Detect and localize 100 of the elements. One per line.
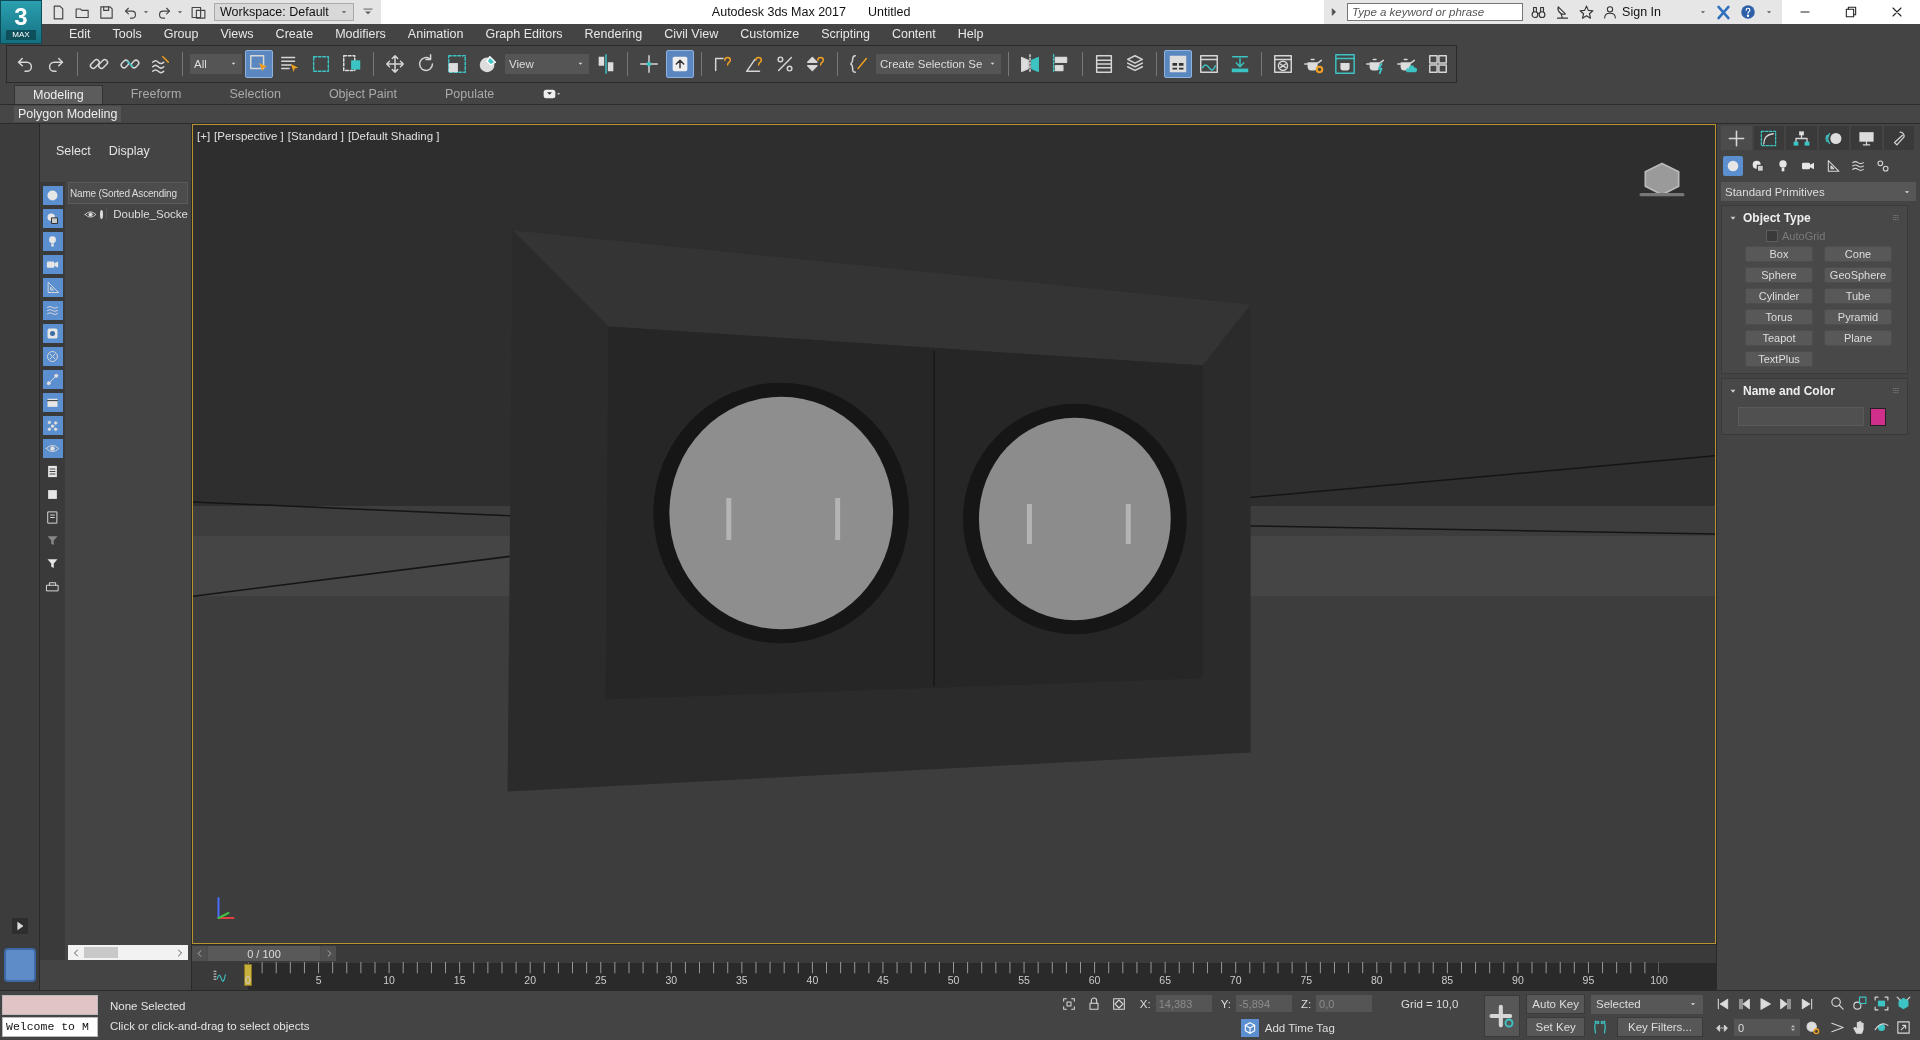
group-icon[interactable] [42, 324, 63, 344]
viewport-layout-button[interactable] [3, 948, 36, 983]
monitor-icon[interactable] [1851, 126, 1882, 151]
menu-item[interactable]: Help [946, 27, 995, 41]
menu-item[interactable]: Animation [396, 27, 475, 41]
primitive-button[interactable]: Sphere [1745, 267, 1813, 284]
primitive-button[interactable]: Pyramid [1824, 309, 1892, 326]
primitive-button[interactable]: Box [1745, 246, 1813, 263]
column-header[interactable]: Name (Sorted Ascending [68, 182, 188, 205]
primitive-button[interactable]: Cylinder [1745, 288, 1813, 305]
ribbon-panel-icon[interactable] [1164, 49, 1193, 78]
container-icon[interactable] [42, 393, 63, 413]
primitive-button[interactable]: Plane [1824, 330, 1892, 347]
key-filter-icon[interactable] [1591, 1017, 1609, 1036]
menu-item[interactable]: Modifiers [324, 27, 397, 41]
ribbon-tab[interactable]: Populate [424, 84, 515, 104]
shapes-icon[interactable] [42, 209, 63, 229]
named-selection-dropdown[interactable]: Create Selection Se [876, 53, 1002, 74]
eye-icon[interactable] [42, 439, 63, 459]
primitive-button[interactable]: Teapot [1745, 330, 1813, 347]
auto-key-button[interactable]: Auto Key [1526, 994, 1585, 1015]
bone-icon[interactable] [42, 370, 63, 390]
viewport-label[interactable]: [Default Shading ] [348, 130, 440, 143]
sign-in-button[interactable]: Sign In [1602, 4, 1691, 20]
add-time-tag-button[interactable]: Add Time Tag [1264, 1021, 1335, 1034]
light-bulb-icon[interactable] [42, 232, 63, 252]
viewport-label[interactable]: [Perspective ] [214, 130, 284, 143]
key-set-dropdown[interactable]: Selected [1591, 994, 1703, 1014]
star-icon[interactable] [1578, 3, 1596, 21]
frame-field[interactable]: 0 [1734, 1019, 1800, 1037]
viewport[interactable]: [+] [Perspective ] [Standard ] [Default Shading ] [192, 124, 1716, 945]
zoom-extents-icon[interactable] [1873, 995, 1890, 1013]
transform-mode-icon[interactable] [1110, 995, 1127, 1012]
primitive-button[interactable]: Cone [1824, 246, 1892, 263]
menu-item[interactable]: Content [880, 27, 947, 41]
wrench-icon[interactable] [1883, 126, 1914, 151]
zoom-icon[interactable] [1829, 995, 1846, 1013]
menu-item[interactable]: Tools [101, 27, 153, 41]
app-logo[interactable]: 3 MAX [0, 0, 42, 44]
select-object-icon[interactable] [245, 49, 273, 78]
set-square-icon[interactable] [42, 278, 63, 298]
menu-item[interactable]: Group [152, 27, 210, 41]
ribbon-panel-title[interactable]: Polygon Modeling [14, 106, 122, 123]
ribbon-tab[interactable]: Object Paint [308, 84, 417, 104]
color-swatch[interactable] [1870, 407, 1886, 426]
rollout-title[interactable]: Object Type [1743, 211, 1886, 226]
viewport-label[interactable]: [+] [197, 130, 211, 143]
script-input-field[interactable] [2, 994, 98, 1015]
menu-item[interactable]: Graph Editors [474, 27, 574, 41]
menu-item[interactable]: Edit [58, 27, 102, 41]
zoom-all-icon[interactable] [1851, 995, 1868, 1013]
menu-item[interactable]: Create [264, 27, 325, 41]
frame-number: 65 [1159, 974, 1171, 987]
keyboard-shortcut-icon[interactable] [666, 49, 694, 78]
selection-filter-dropdown[interactable]: All [190, 53, 242, 74]
workspace-dropdown[interactable]: Workspace: Default [214, 3, 354, 21]
menu-item[interactable]: Views [209, 27, 265, 41]
x-logo-icon[interactable] [1715, 3, 1732, 21]
explorer-menu[interactable]: Select [56, 144, 91, 159]
primitive-button[interactable]: Torus [1745, 309, 1813, 326]
time-slider-thumb[interactable]: 0 / 100 [192, 946, 336, 962]
script-output-field[interactable]: Welcome to M [2, 1016, 98, 1037]
menu-item[interactable]: Scripting [810, 27, 881, 41]
rollout-title[interactable]: Name and Color [1743, 384, 1886, 399]
time-slider-track[interactable]: 0 / 100 [192, 944, 1716, 964]
menu-item[interactable]: Customize [729, 27, 811, 41]
search-field[interactable]: Type a keyword or phrase [1347, 3, 1524, 21]
camera-icon[interactable] [42, 255, 63, 275]
render-dot-icon[interactable] [100, 209, 104, 219]
menu-item[interactable]: Rendering [573, 27, 654, 41]
set-key-button[interactable]: Set Key [1526, 1017, 1585, 1038]
plus-icon[interactable] [1721, 126, 1752, 151]
isolate-icon[interactable] [1060, 995, 1077, 1012]
cube-icon[interactable] [1240, 1018, 1259, 1037]
motion-icon[interactable] [1818, 126, 1849, 151]
expand-icon[interactable] [11, 918, 28, 935]
primitive-button[interactable]: TextPlus [1745, 351, 1813, 368]
object-name[interactable]: Double_Socke [106, 208, 188, 221]
explorer-menu[interactable]: Display [108, 144, 150, 159]
current-frame-marker[interactable] [244, 964, 252, 987]
curve-icon[interactable] [1753, 126, 1784, 151]
maximize-viewport-icon[interactable] [1895, 1019, 1912, 1037]
help-icon[interactable] [1739, 3, 1757, 21]
particles-icon[interactable] [42, 416, 63, 436]
set-key-icon[interactable] [1484, 994, 1521, 1037]
key-filters-button[interactable]: Key Filters... [1617, 1016, 1703, 1037]
reference-coordinate-dropdown[interactable]: View [505, 53, 589, 74]
waves-icon[interactable] [42, 301, 63, 321]
category-dropdown[interactable]: Standard Primitives [1721, 182, 1916, 202]
viewport-label[interactable]: [Standard ] [287, 130, 345, 143]
ribbon-tab[interactable]: Modeling [14, 84, 103, 104]
primitive-button[interactable]: Tube [1824, 288, 1892, 305]
time-configuration-icon[interactable] [1805, 1019, 1821, 1036]
ribbon-tab[interactable]: Freeform [110, 84, 202, 104]
play-icon[interactable] [1757, 995, 1773, 1012]
primitive-button[interactable]: GeoSphere [1824, 267, 1892, 284]
menu-item[interactable]: Civil View [653, 27, 730, 41]
ribbon-tab[interactable]: Selection [209, 84, 301, 104]
frame-number: 90 [1512, 974, 1524, 987]
hierarchy-icon[interactable] [1786, 126, 1817, 151]
